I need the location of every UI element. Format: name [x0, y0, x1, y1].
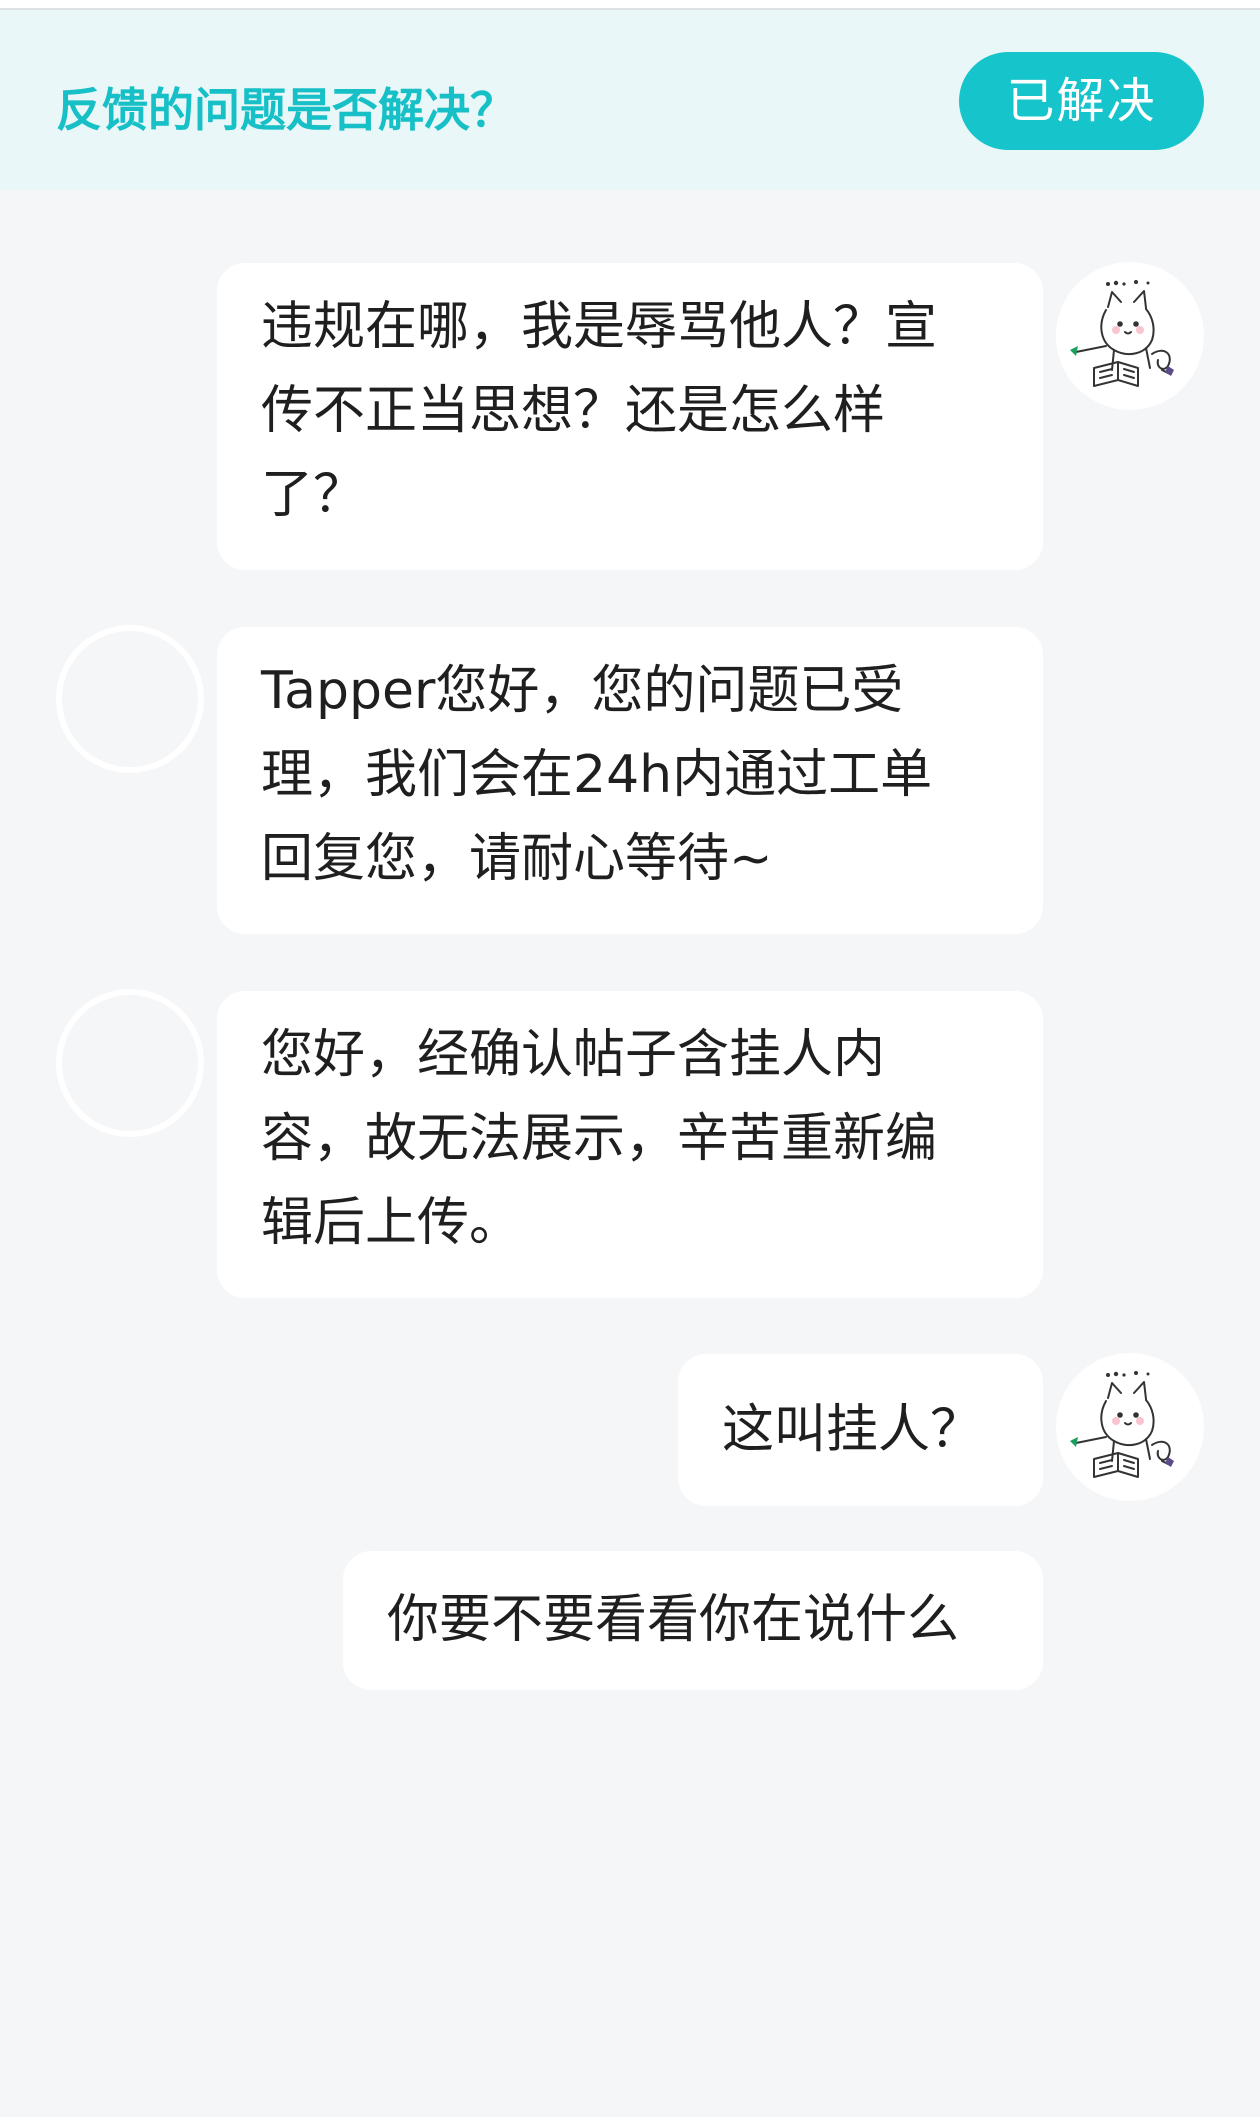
- cat-avatar-icon[interactable]: [1056, 262, 1204, 410]
- message-bubble: 违规在哪，我是辱骂他人？宣 传不正当思想？还是怎么样 了？: [217, 263, 1043, 570]
- message-bubble: Tapper您好，您的问题已受 理，我们会在24h内通过工单 回复您，请耐心等待…: [217, 627, 1043, 934]
- cat-illustration-icon: [1070, 1371, 1174, 1478]
- message-text: 你要不要看看你在说什么: [387, 1590, 960, 1650]
- resolved-button[interactable]: 已解决: [959, 52, 1204, 150]
- cat-avatar-icon[interactable]: [1056, 1353, 1204, 1501]
- message-text: 违规在哪，我是辱骂他人？宣 传不正当思想？还是怎么样 了？: [261, 297, 938, 525]
- message-text: 这叫挂人？: [722, 1400, 983, 1460]
- feedback-resolution-banner: 反馈的问题是否解决？ 已解决: [0, 10, 1260, 190]
- cat-illustration-icon: [1070, 280, 1174, 387]
- message-text: 您好，经确认帖子含挂人内 容，故无法展示，辛苦重新编 辑后上传。: [261, 1025, 938, 1253]
- top-divider: [0, 0, 1260, 10]
- message-bubble: 这叫挂人？: [678, 1354, 1043, 1506]
- support-avatar-icon[interactable]: [56, 989, 204, 1137]
- message-bubble: 您好，经确认帖子含挂人内 容，故无法展示，辛苦重新编 辑后上传。: [217, 991, 1043, 1298]
- resolution-question: 反馈的问题是否解决？: [56, 83, 516, 137]
- support-avatar-icon[interactable]: [56, 625, 204, 773]
- message-text: Tapper您好，您的问题已受 理，我们会在24h内通过工单 回复您，请耐心等待…: [261, 661, 933, 889]
- message-bubble: 你要不要看看你在说什么: [343, 1551, 1043, 1690]
